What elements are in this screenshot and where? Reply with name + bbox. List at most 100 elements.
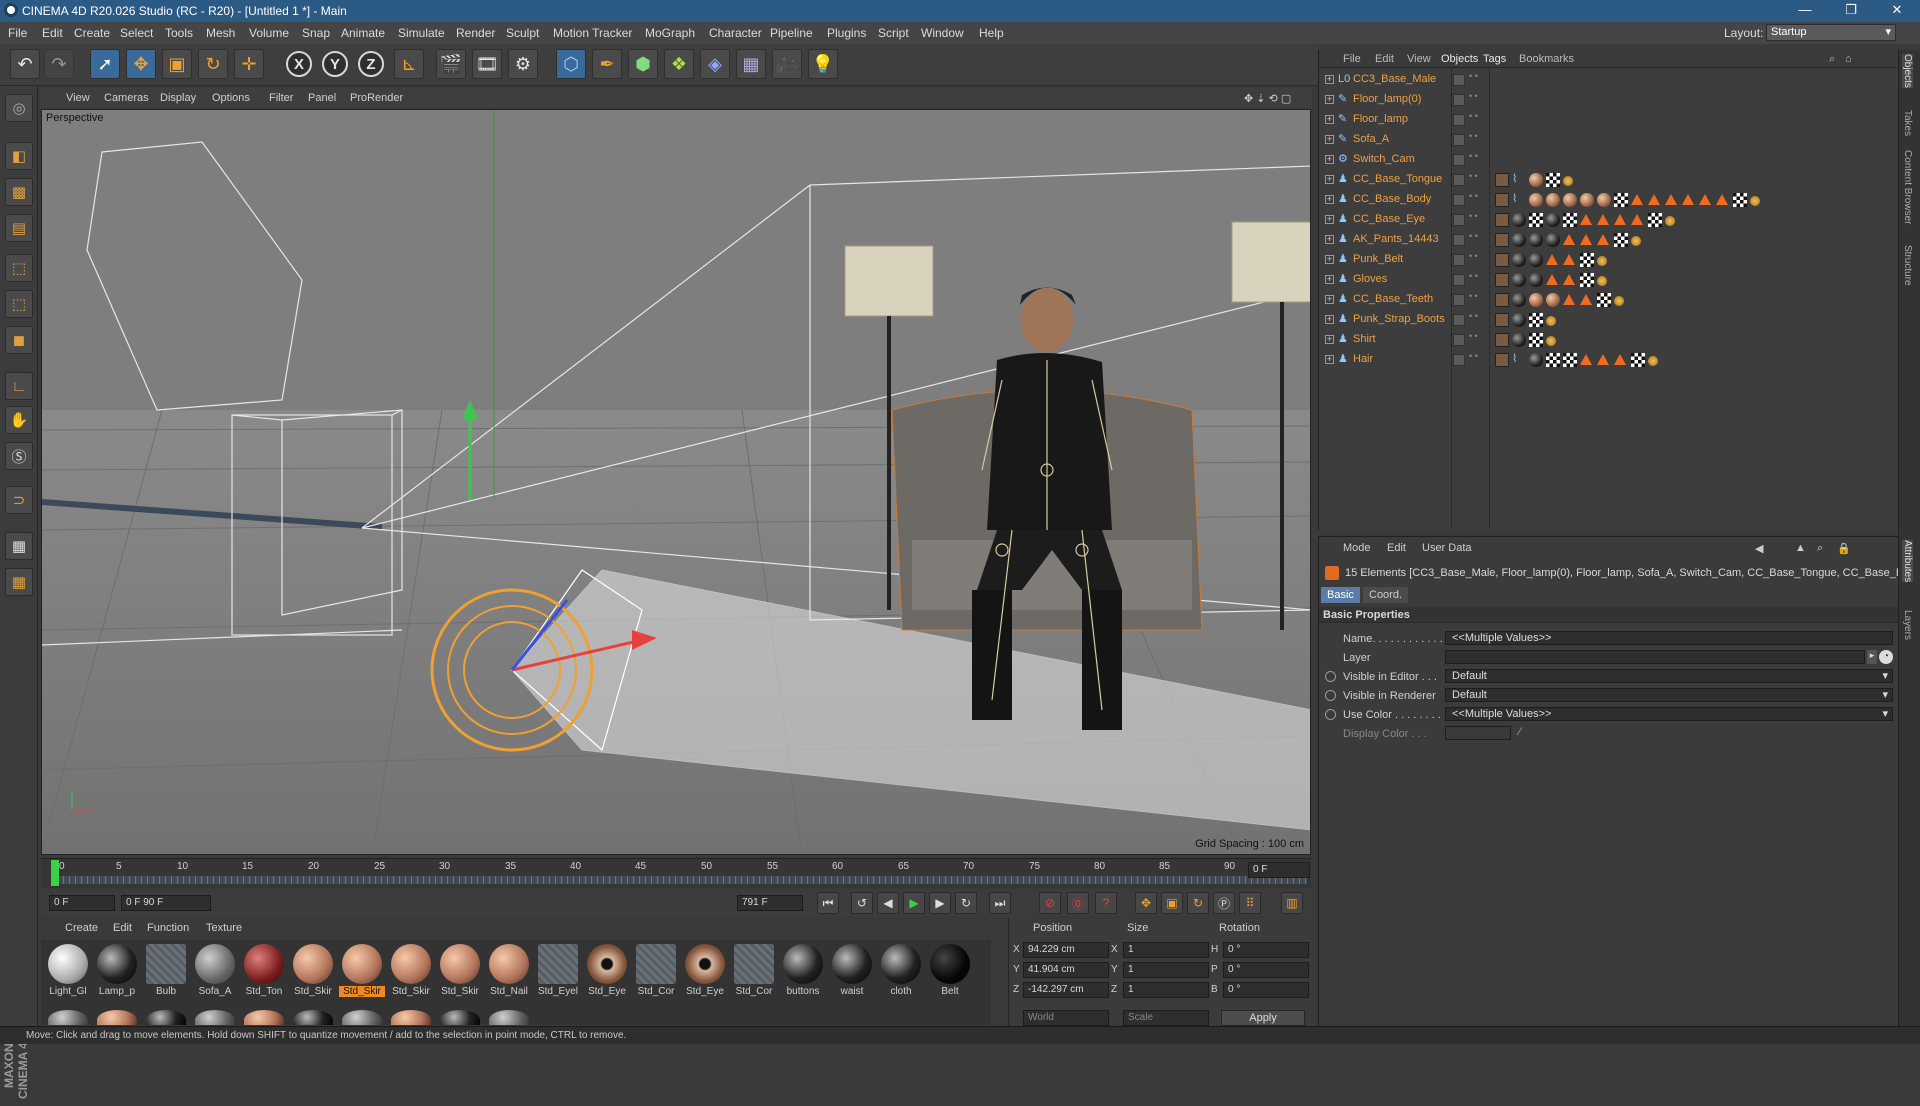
timeline-ruler[interactable]: 0 5 10 15 20 25 30 35 40 45 50 55 60 65 … xyxy=(41,858,1311,888)
material-tag-icon[interactable] xyxy=(1529,173,1543,187)
constraint-tag-icon[interactable] xyxy=(1546,274,1558,285)
skin-tag-icon[interactable] xyxy=(1495,353,1509,367)
menu-script[interactable]: Script xyxy=(878,26,909,40)
scale-tool[interactable]: ▣ xyxy=(162,49,192,79)
rotation-p-field[interactable]: 0 ° xyxy=(1223,962,1309,978)
material-swatch[interactable]: buttons xyxy=(780,944,826,1004)
previous-frame-button[interactable]: ◀ xyxy=(877,892,899,914)
material-swatch[interactable] xyxy=(97,1010,137,1025)
material-swatch[interactable] xyxy=(440,1010,480,1025)
live-selection-tool[interactable]: ➚ xyxy=(90,49,120,79)
material-tag-icon[interactable] xyxy=(1597,193,1611,207)
weight-tag-icon[interactable]: ⌇ xyxy=(1512,193,1526,207)
material-tag-icon[interactable] xyxy=(1512,233,1526,247)
material-swatch[interactable]: Bulb xyxy=(143,944,189,1004)
texture-tag-icon[interactable] xyxy=(1597,293,1611,307)
display-color-swatch[interactable] xyxy=(1445,726,1511,740)
size-x-field[interactable]: 1 xyxy=(1123,942,1209,958)
end-frame-field[interactable]: 791 F xyxy=(737,895,803,911)
objects-menu-file[interactable]: File xyxy=(1343,53,1361,65)
texture-tag-icon[interactable] xyxy=(1733,193,1747,207)
constraint-tag-icon[interactable] xyxy=(1614,354,1626,365)
object-name[interactable]: Gloves xyxy=(1353,273,1387,285)
object-name[interactable]: Switch_Cam xyxy=(1353,153,1415,165)
selection-tag-icon[interactable] xyxy=(1563,176,1573,186)
timeline-track[interactable] xyxy=(51,876,1307,884)
side-tab-attributes[interactable]: Attributes xyxy=(1902,540,1913,583)
selection-tag-icon[interactable] xyxy=(1597,256,1607,266)
selection-tag-icon[interactable] xyxy=(1546,336,1556,346)
attr-menu-mode[interactable]: Mode xyxy=(1343,542,1371,554)
render-settings-button[interactable]: ⚙ xyxy=(508,49,538,79)
object-row[interactable]: + ♟ CC_Base_Body • • ⌇ xyxy=(1319,190,1899,210)
material-tag-icon[interactable] xyxy=(1546,233,1560,247)
material-tag-icon[interactable] xyxy=(1512,273,1526,287)
key-position-button[interactable]: ✥ xyxy=(1135,892,1157,914)
menu-edit[interactable]: Edit xyxy=(42,26,63,40)
side-tab-takes[interactable]: Takes xyxy=(1902,110,1913,136)
material-swatch[interactable]: Std_Ton xyxy=(241,944,287,1004)
object-name[interactable]: CC_Base_Tongue xyxy=(1353,173,1442,185)
visibility-toggle-icon[interactable] xyxy=(1453,274,1465,286)
constraint-tag-icon[interactable] xyxy=(1563,294,1575,305)
editor-render-dots-icon[interactable]: • • xyxy=(1469,112,1478,121)
menu-character[interactable]: Character xyxy=(709,26,762,40)
material-swatch[interactable]: Light_Gl xyxy=(45,944,91,1004)
material-swatch[interactable]: Std_Cor xyxy=(731,944,777,1004)
polygons-mode-button[interactable]: ◼ xyxy=(5,326,33,354)
constraint-tag-icon[interactable] xyxy=(1580,234,1592,245)
key-rotation-button[interactable]: ↻ xyxy=(1187,892,1209,914)
spline-pen-button[interactable]: ✒ xyxy=(592,49,622,79)
attr-menu-edit[interactable]: Edit xyxy=(1387,542,1406,554)
object-row[interactable]: + ✎ Floor_lamp • • xyxy=(1319,110,1899,130)
viewport-menu-filter[interactable]: Filter xyxy=(269,92,293,104)
material-swatch[interactable] xyxy=(195,1010,235,1025)
object-row[interactable]: + ♟ CC_Base_Eye • • xyxy=(1319,210,1899,230)
skin-tag-icon[interactable] xyxy=(1495,273,1509,287)
snap-button[interactable]: Ⓢ xyxy=(5,442,33,470)
visibility-toggle-icon[interactable] xyxy=(1453,134,1465,146)
visibility-toggle-icon[interactable] xyxy=(1453,234,1465,246)
texture-tag-icon[interactable] xyxy=(1529,333,1543,347)
size-mode-dropdown[interactable]: Scale xyxy=(1123,1010,1209,1026)
redo-button[interactable]: ↷ xyxy=(44,49,74,79)
object-name[interactable]: Floor_lamp(0) xyxy=(1353,93,1421,105)
editor-render-dots-icon[interactable]: • • xyxy=(1469,152,1478,161)
editor-render-dots-icon[interactable]: • • xyxy=(1469,192,1478,201)
material-menu-function[interactable]: Function xyxy=(147,922,189,934)
key-parameter-button[interactable]: Ⓟ xyxy=(1213,892,1235,914)
next-key-button[interactable]: ↻ xyxy=(955,892,977,914)
object-row[interactable]: + ♟ Punk_Belt • • xyxy=(1319,250,1899,270)
cube-button[interactable]: ⬡ xyxy=(556,49,586,79)
menu-render[interactable]: Render xyxy=(456,26,495,40)
material-swatch[interactable]: Std_Eye xyxy=(682,944,728,1004)
solo-button[interactable]: ▦ xyxy=(5,568,33,596)
expand-icon[interactable]: + xyxy=(1325,95,1334,104)
visible-in-editor-dropdown[interactable]: Default ▾ xyxy=(1445,669,1893,683)
constraint-tag-icon[interactable] xyxy=(1580,294,1592,305)
material-swatch[interactable]: Std_Skir xyxy=(290,944,336,1004)
visible-in-renderer-radio[interactable] xyxy=(1325,690,1336,701)
position-y-field[interactable]: 41.904 cm xyxy=(1023,962,1109,978)
visibility-toggle-icon[interactable] xyxy=(1453,254,1465,266)
skin-tag-icon[interactable] xyxy=(1495,253,1509,267)
viewport-navigate-icon[interactable]: ✥ ⇣ ⟲ ▢ xyxy=(1244,92,1291,105)
back-arrow-icon[interactable]: ◀ xyxy=(1755,542,1763,555)
use-color-radio[interactable] xyxy=(1325,709,1336,720)
menu-window[interactable]: Window xyxy=(921,26,964,40)
material-tag-icon[interactable] xyxy=(1563,193,1577,207)
texture-tag-icon[interactable] xyxy=(1648,213,1662,227)
material-tag-icon[interactable] xyxy=(1529,293,1543,307)
object-name[interactable]: Sofa_A xyxy=(1353,133,1389,145)
floor-button[interactable]: ▦ xyxy=(736,49,766,79)
editor-render-dots-icon[interactable]: • • xyxy=(1469,272,1478,281)
menu-help[interactable]: Help xyxy=(979,26,1004,40)
go-to-start-button[interactable]: ⏮ xyxy=(817,892,839,914)
expand-icon[interactable]: + xyxy=(1325,295,1334,304)
light-button[interactable]: 💡 xyxy=(808,49,838,79)
material-swatch[interactable]: Std_Cor xyxy=(633,944,679,1004)
preview-range-slider[interactable]: 0 F 90 F xyxy=(121,895,211,911)
viewport-menu-panel[interactable]: Panel xyxy=(308,92,336,104)
size-y-field[interactable]: 1 xyxy=(1123,962,1209,978)
visibility-toggle-icon[interactable] xyxy=(1453,114,1465,126)
